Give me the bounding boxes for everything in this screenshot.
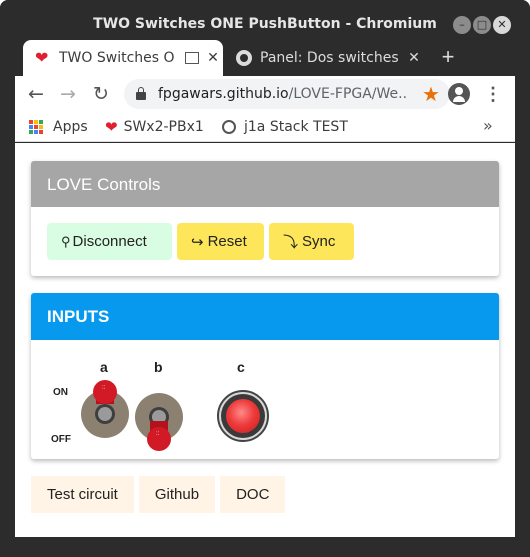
close-tab-icon[interactable]: ✕ — [404, 50, 424, 66]
push-button-cap — [226, 399, 260, 433]
reset-label: Reset — [207, 233, 247, 250]
minimize-icon[interactable]: – — [453, 16, 471, 34]
close-tab-icon[interactable]: ✕ — [203, 50, 223, 66]
love-controls-title: LOVE Controls — [31, 161, 499, 207]
globe-icon — [222, 120, 236, 134]
footer-links: Test circuit Github DOC — [31, 476, 286, 513]
chevron-more-icon[interactable]: » — [483, 116, 493, 135]
inputs-card: INPUTS a b c ON OFF :: :: — [31, 293, 499, 459]
inputs-title: INPUTS — [31, 293, 499, 340]
title-bar: TWO Switches ONE PushButton - Chromium –… — [0, 0, 530, 40]
sync-button[interactable]: ⤵ Sync — [269, 223, 354, 260]
lock-icon — [136, 87, 146, 100]
close-window-icon[interactable]: ✕ — [493, 16, 511, 34]
sync-arrow-icon: ⤵ — [283, 234, 299, 251]
profile-icon[interactable] — [448, 83, 470, 105]
github-icon — [236, 50, 252, 66]
sync-label: Sync — [302, 233, 336, 250]
plug-icon: ⚲ — [61, 233, 71, 249]
switch-b-label: b — [154, 359, 163, 375]
back-arrow-icon[interactable]: ← — [23, 81, 49, 107]
new-tab-icon[interactable]: + — [436, 46, 460, 70]
tab-label: Panel: Dos switches — [260, 50, 399, 66]
switch-lever — [147, 427, 171, 451]
heart-icon: ❤ — [105, 118, 118, 136]
window-title: TWO Switches ONE PushButton - Chromium — [93, 16, 437, 32]
reset-arrow-icon: ↪ — [191, 233, 204, 251]
forward-arrow-icon[interactable]: → — [55, 81, 81, 107]
tab-two-switches[interactable]: ❤ TWO Switches O ✕ — [23, 40, 223, 76]
bookmark-j1a-stack-test[interactable]: j1a Stack TEST — [222, 117, 348, 137]
page-content: LOVE Controls ⚲ Disconnect ↪ Reset ⤵ Syn… — [15, 143, 515, 537]
button-c-label: c — [237, 359, 245, 375]
url-text[interactable]: fpgawars.github.io/LOVE-FPGA/We... — [158, 86, 406, 102]
apps-grid-icon — [29, 120, 43, 134]
disconnect-label: Disconnect — [72, 233, 147, 250]
bookmark-label: Apps — [53, 119, 88, 135]
browser-window: TWO Switches ONE PushButton - Chromium –… — [0, 0, 530, 557]
switch-lever — [93, 380, 117, 404]
bookmark-star-icon[interactable]: ★ — [422, 82, 440, 106]
tab-label: TWO Switches O — [59, 50, 175, 66]
address-bar[interactable]: fpgawars.github.io/LOVE-FPGA/We... ★ — [124, 79, 450, 109]
heart-icon: ❤ — [35, 48, 49, 67]
toggle-switch-a[interactable]: :: — [81, 380, 131, 440]
bookmark-label: SWx2-PBx1 — [123, 119, 204, 135]
bookmark-swx2-pbx1[interactable]: ❤ SWx2-PBx1 — [105, 117, 204, 137]
test-circuit-link[interactable]: Test circuit — [31, 476, 134, 513]
on-label: ON — [53, 387, 68, 398]
doc-link[interactable]: DOC — [220, 476, 286, 513]
love-controls-card: LOVE Controls ⚲ Disconnect ↪ Reset ⤵ Syn… — [31, 161, 499, 276]
kebab-menu-icon[interactable]: ⋮ — [483, 81, 503, 107]
maximize-icon[interactable]: □ — [473, 16, 491, 34]
reset-button[interactable]: ↪ Reset — [177, 223, 264, 260]
reader-mode-icon[interactable] — [185, 52, 199, 64]
toggle-switch-b[interactable]: :: — [135, 393, 185, 451]
love-controls-buttons: ⚲ Disconnect ↪ Reset ⤵ Sync — [47, 223, 354, 260]
bookmark-apps[interactable]: Apps — [29, 117, 88, 137]
bookmarks-bar: Apps ❤ SWx2-PBx1 j1a Stack TEST » — [15, 112, 515, 142]
off-label: OFF — [51, 434, 71, 445]
switch-a-label: a — [100, 359, 108, 375]
bookmark-label: j1a Stack TEST — [244, 119, 348, 135]
browser-toolbar: ← → ↻ fpgawars.github.io/LOVE-FPGA/We...… — [15, 76, 515, 112]
push-button-c[interactable] — [217, 390, 269, 442]
github-link[interactable]: Github — [138, 476, 216, 513]
reload-icon[interactable]: ↻ — [88, 81, 114, 107]
disconnect-button[interactable]: ⚲ Disconnect — [47, 223, 172, 260]
tab-strip: ❤ TWO Switches O ✕ Panel: Dos switches ✕… — [0, 40, 530, 76]
tab-panel-dos-switches[interactable]: Panel: Dos switches ✕ — [226, 40, 424, 76]
